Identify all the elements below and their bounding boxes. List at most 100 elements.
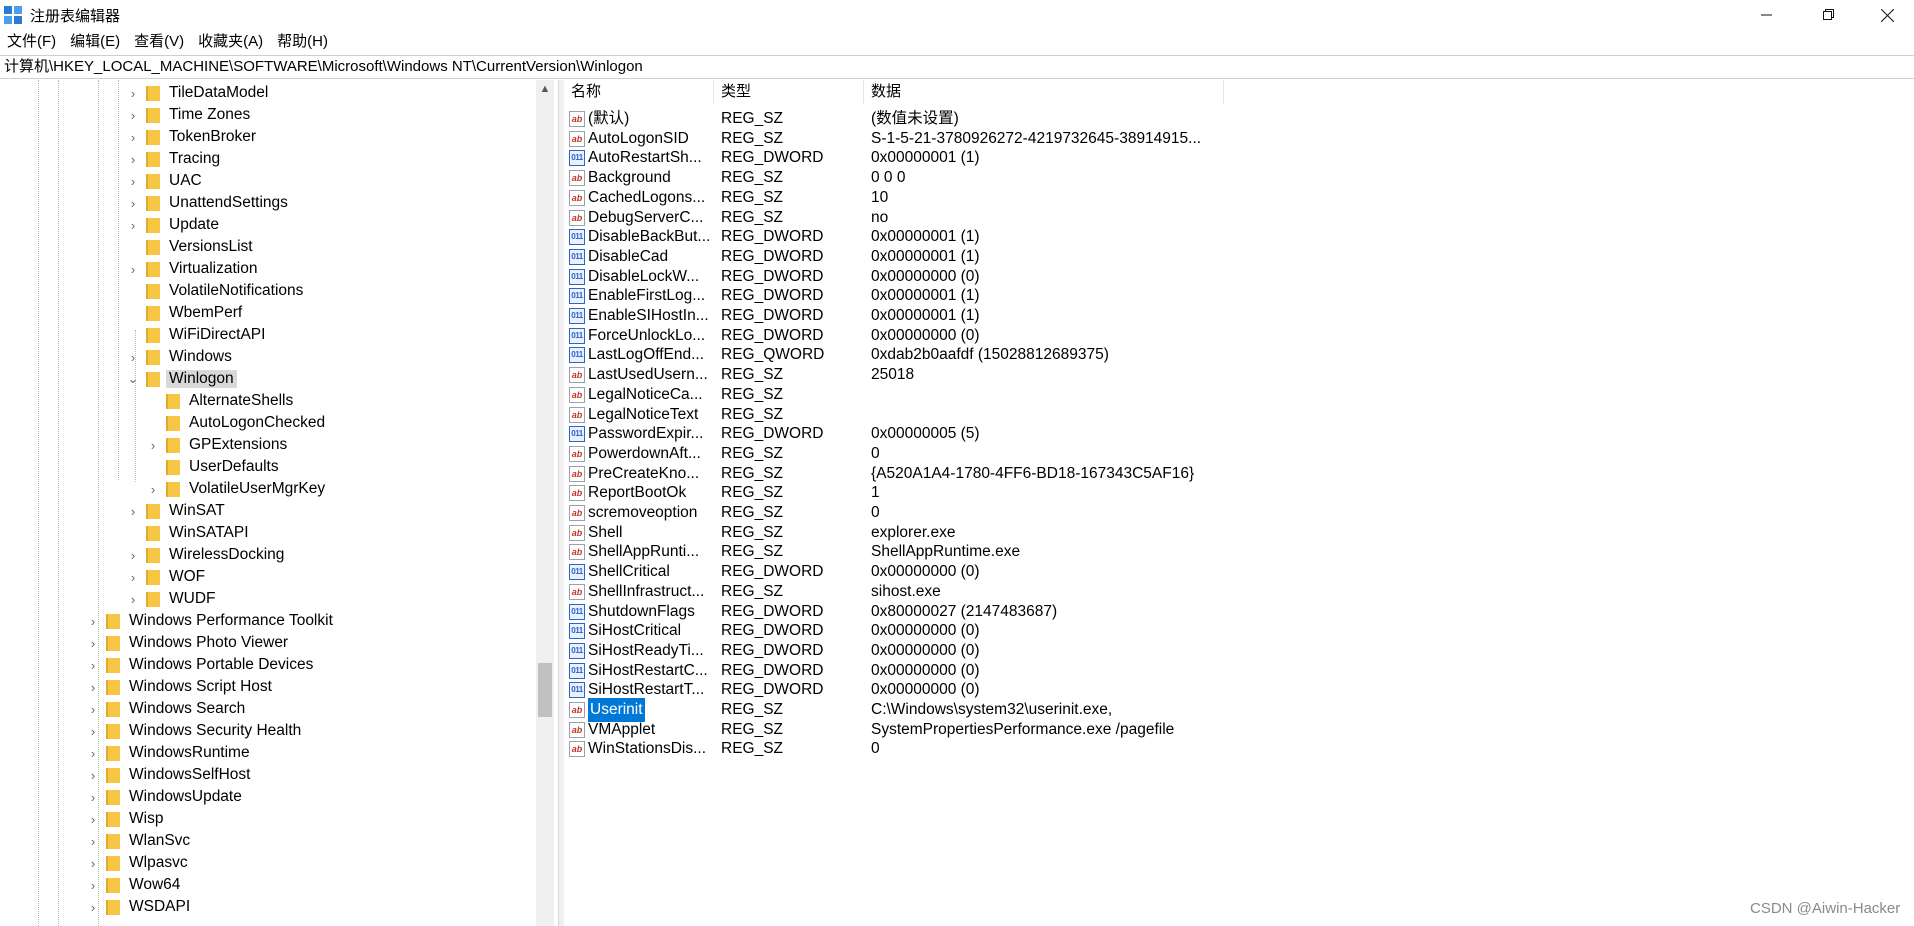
- menu-file[interactable]: 文件(F): [0, 30, 63, 54]
- minimize-button[interactable]: [1738, 0, 1796, 30]
- tree-item[interactable]: › Windows Script Host: [86, 676, 275, 698]
- string-value-icon: ab: [569, 702, 585, 718]
- tree-item[interactable]: › VolatileUserMgrKey: [146, 478, 328, 500]
- chevron-right-icon[interactable]: ›: [86, 900, 100, 915]
- column-header-data[interactable]: 数据: [864, 80, 1224, 104]
- tree-item[interactable]: › UAC: [126, 170, 205, 192]
- tree-item[interactable]: › Wisp: [86, 808, 166, 830]
- chevron-right-icon[interactable]: ›: [86, 658, 100, 673]
- tree-scrollbar[interactable]: ▲: [536, 80, 554, 926]
- tree-item[interactable]: AutoLogonChecked: [146, 412, 328, 434]
- close-button[interactable]: [1858, 0, 1914, 30]
- chevron-right-icon[interactable]: ›: [86, 856, 100, 871]
- tree-item[interactable]: › Windows Search: [86, 698, 248, 720]
- tree-item-label: Wow64: [129, 876, 181, 893]
- string-value-icon: ab: [569, 505, 585, 521]
- chevron-right-icon[interactable]: ›: [126, 570, 140, 585]
- tree-item-label: Windows Search: [129, 700, 246, 717]
- tree-item[interactable]: › Wow64: [86, 874, 183, 896]
- menu-view[interactable]: 查看(V): [127, 30, 191, 54]
- chevron-right-icon[interactable]: ›: [126, 592, 140, 607]
- chevron-right-icon[interactable]: ›: [126, 86, 140, 101]
- tree-item[interactable]: › WindowsRuntime: [86, 742, 253, 764]
- chevron-right-icon[interactable]: ›: [86, 636, 100, 651]
- tree-item[interactable]: › WindowsUpdate: [86, 786, 245, 808]
- menu-help[interactable]: 帮助(H): [270, 30, 335, 54]
- chevron-right-icon[interactable]: ›: [86, 702, 100, 717]
- chevron-right-icon[interactable]: ›: [86, 680, 100, 695]
- tree-item[interactable]: › Windows Portable Devices: [86, 654, 316, 676]
- tree-item[interactable]: › WUDF: [126, 588, 219, 610]
- chevron-right-icon[interactable]: ›: [126, 218, 140, 233]
- tree-item[interactable]: WiFiDirectAPI: [126, 324, 268, 346]
- tree-item[interactable]: WbemPerf: [126, 302, 245, 324]
- chevron-right-icon[interactable]: ›: [86, 790, 100, 805]
- column-header-name[interactable]: 名称: [564, 80, 714, 104]
- restore-button[interactable]: [1800, 0, 1858, 30]
- string-value-icon: ab: [569, 367, 585, 384]
- binary-value-icon: 011: [569, 248, 585, 265]
- tree-item[interactable]: › Windows Photo Viewer: [86, 632, 291, 654]
- tree-item[interactable]: › TokenBroker: [126, 126, 259, 148]
- chevron-right-icon[interactable]: ›: [86, 614, 100, 629]
- tree-item[interactable]: › UnattendSettings: [126, 192, 291, 214]
- tree-item[interactable]: › GPExtensions: [146, 434, 290, 456]
- tree-scrollbar-thumb[interactable]: [538, 663, 552, 717]
- chevron-right-icon[interactable]: ›: [86, 878, 100, 893]
- menu-favorites[interactable]: 收藏夹(A): [191, 30, 270, 54]
- chevron-down-icon[interactable]: ⌄: [126, 371, 140, 387]
- chevron-right-icon[interactable]: ›: [146, 438, 160, 453]
- string-value-icon: ab: [569, 130, 585, 147]
- chevron-right-icon[interactable]: ›: [146, 482, 160, 497]
- tree-item[interactable]: › Tracing: [126, 148, 223, 170]
- tree-item[interactable]: › Time Zones: [126, 104, 253, 126]
- chevron-right-icon[interactable]: ›: [126, 174, 140, 189]
- tree-item[interactable]: › TileDataModel: [126, 82, 271, 104]
- chevron-right-icon[interactable]: ›: [86, 834, 100, 849]
- chevron-right-icon[interactable]: ›: [126, 108, 140, 123]
- tree-item[interactable]: › WindowsSelfHost: [86, 764, 253, 786]
- value-row[interactable]: ab WinStationsDis... REG_SZ 0: [564, 737, 1914, 761]
- chevron-right-icon[interactable]: ›: [126, 548, 140, 563]
- binary-value-icon: 011: [569, 642, 585, 659]
- tree-item[interactable]: VersionsList: [126, 236, 256, 258]
- chevron-right-icon[interactable]: ›: [86, 768, 100, 783]
- column-header-type[interactable]: 类型: [714, 80, 864, 104]
- tree-item[interactable]: › Update: [126, 214, 222, 236]
- tree-item[interactable]: UserDefaults: [146, 456, 282, 478]
- chevron-right-icon[interactable]: ›: [86, 746, 100, 761]
- tree-item[interactable]: WinSATAPI: [126, 522, 252, 544]
- chevron-right-icon[interactable]: ›: [126, 196, 140, 211]
- close-icon: [1880, 8, 1894, 22]
- chevron-right-icon[interactable]: ›: [86, 812, 100, 827]
- chevron-right-icon[interactable]: ›: [126, 504, 140, 519]
- address-bar[interactable]: 计算机\HKEY_LOCAL_MACHINE\SOFTWARE\Microsof…: [0, 55, 1914, 79]
- tree-item[interactable]: › WOF: [126, 566, 208, 588]
- chevron-right-icon[interactable]: ›: [126, 350, 140, 365]
- tree-item-label: WirelessDocking: [169, 546, 285, 563]
- menu-edit[interactable]: 编辑(E): [63, 30, 127, 54]
- folder-icon: [146, 173, 160, 189]
- tree-item[interactable]: › WSDAPI: [86, 896, 193, 918]
- tree-item[interactable]: VolatileNotifications: [126, 280, 306, 302]
- tree-item[interactable]: › Windows Security Health: [86, 720, 304, 742]
- tree-item[interactable]: › Virtualization: [126, 258, 260, 280]
- tree-item[interactable]: AlternateShells: [146, 390, 296, 412]
- tree-item[interactable]: › WirelessDocking: [126, 544, 287, 566]
- chevron-right-icon[interactable]: ›: [86, 724, 100, 739]
- tree-item[interactable]: › WlanSvc: [86, 830, 193, 852]
- tree-item-label: Time Zones: [169, 106, 251, 123]
- chevron-right-icon[interactable]: ›: [126, 262, 140, 277]
- tree-item[interactable]: › Wlpasvc: [86, 852, 191, 874]
- tree-item[interactable]: ⌄ Winlogon: [126, 368, 237, 390]
- tree-item[interactable]: › Windows: [126, 346, 235, 368]
- tree-item[interactable]: › Windows Performance Toolkit: [86, 610, 336, 632]
- tree-item-label: WindowsSelfHost: [129, 766, 251, 783]
- tree-item-label: Winlogon: [166, 370, 237, 388]
- chevron-right-icon[interactable]: ›: [126, 152, 140, 167]
- chevron-right-icon[interactable]: ›: [126, 130, 140, 145]
- folder-icon: [146, 569, 160, 585]
- folder-icon: [166, 393, 180, 409]
- tree-item[interactable]: › WinSAT: [126, 500, 228, 522]
- scroll-up-icon[interactable]: ▲: [536, 80, 554, 98]
